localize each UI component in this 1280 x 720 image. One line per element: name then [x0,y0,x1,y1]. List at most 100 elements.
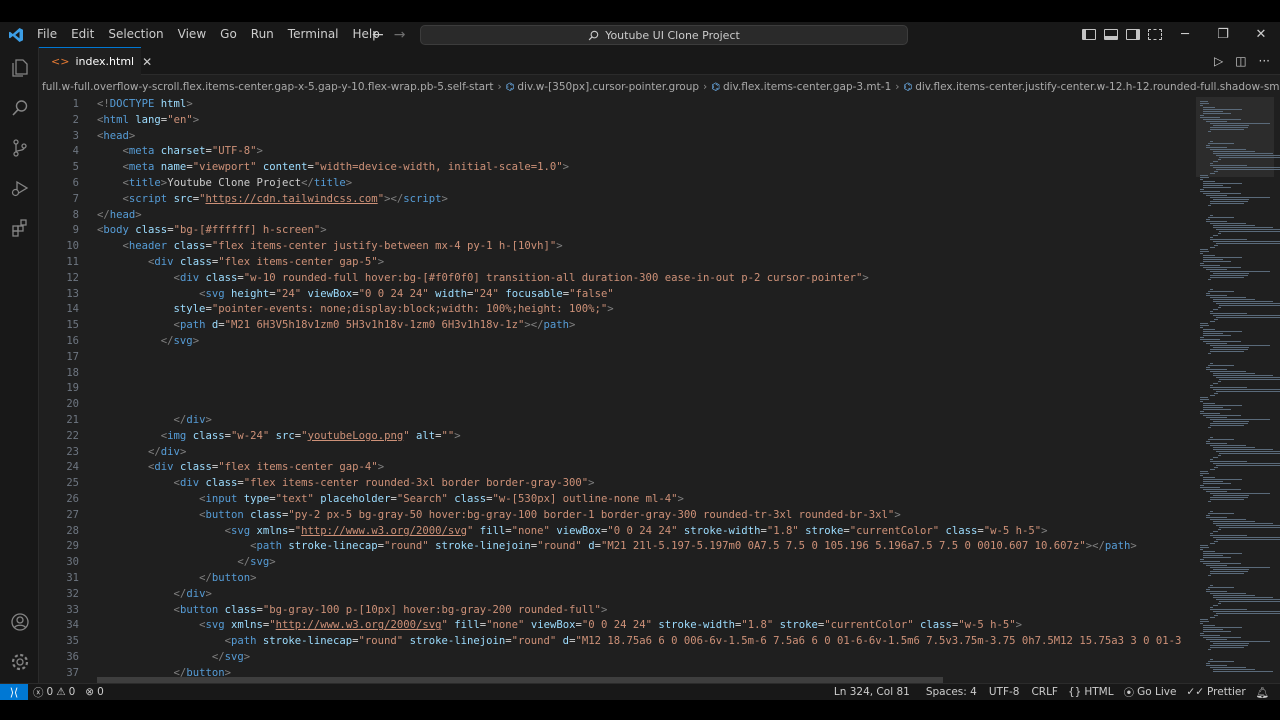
code-lines[interactable]: <!DOCTYPE html> <html lang="en"> <head> <m… [97,97,1190,677]
source-control-icon[interactable] [8,136,32,160]
close-tab-icon[interactable]: ✕ [142,55,152,69]
minimap-line [1209,297,1246,298]
end-of-line[interactable]: CRLF [1026,686,1063,698]
code-line[interactable]: </div> [97,587,1190,603]
code-line[interactable] [97,397,1190,413]
breadcrumb-item[interactable]: div.w-[350px].cursor-pointer.group [517,81,699,93]
code-token: class [939,524,978,537]
code-line[interactable]: <body class="bg-[#ffffff] h-screen"> [97,223,1190,239]
code-token: "24" [473,287,499,300]
code-line[interactable]: <meta charset="UTF-8"> [97,144,1190,160]
code-line[interactable]: <script src="https://cdn.tailwindcss.com… [97,192,1190,208]
code-line[interactable]: <!DOCTYPE html> [97,97,1190,113]
code-line[interactable]: <svg height="24" viewBox="0 0 24 24" wid… [97,287,1190,303]
toggle-panel-icon[interactable] [1104,29,1118,40]
code-line[interactable]: </button> [97,571,1190,587]
code-line[interactable]: </div> [97,445,1190,461]
remote-indicator-icon[interactable]: ⟩⟨ [0,683,28,700]
problems-indicator[interactable]: ⓧ 0 ⚠ 0 [28,685,80,700]
code-line[interactable]: <div class="flex items-center gap-5"> [97,255,1190,271]
breadcrumb-item[interactable]: div.flex.items-center.justify-center.w-1… [915,81,1280,93]
search-view-icon[interactable] [8,96,32,120]
settings-gear-icon[interactable] [8,650,32,674]
indentation[interactable]: Spaces: 4 [921,686,982,698]
customize-layout-icon[interactable] [1148,29,1162,40]
menu-run[interactable]: Run [244,22,281,47]
code-line[interactable] [97,381,1190,397]
code-line[interactable] [97,366,1190,382]
ports-indicator[interactable]: ⊗ 0 [80,686,109,698]
code-line[interactable]: <title>Youtube Clone Project</title> [97,176,1190,192]
run-icon[interactable]: ▷ [1214,54,1223,68]
code-line[interactable]: </svg> [97,555,1190,571]
code-line[interactable]: </button> [97,666,1190,677]
command-center-search[interactable]: Youtube UI Clone Project [420,25,908,45]
code-editor[interactable]: 1 2 3 4 5 6 7 8 9 10 11 12 13 14 15 16 17 18 19 20 21 22 23 24 2… [39,97,1190,677]
menu-view[interactable]: View [171,22,213,47]
code-line[interactable]: <button class="py-2 px-5 bg-gray-50 hove… [97,508,1190,524]
code-line[interactable]: </head> [97,208,1190,224]
toggle-secondary-sidebar-icon[interactable] [1126,29,1140,40]
line-number: 32 [66,587,79,600]
close-window-icon[interactable]: ✕ [1242,22,1280,47]
go-live-button[interactable]: ⦿ Go Live [1119,685,1182,700]
minimap-line [1209,345,1270,346]
code-line[interactable]: <path d="M21 6H3V5h18v1zm0 5H3v1h18v-1zm… [97,318,1190,334]
code-line[interactable]: <img class="w-24" src="youtubeLogo.png" … [97,429,1190,445]
code-token: "currentColor" [849,524,940,537]
minimap-line [1200,547,1209,548]
code-line[interactable]: <button class="bg-gray-100 p-[10px] hove… [97,603,1190,619]
code-line[interactable]: <input type="text" placeholder="Search" … [97,492,1190,508]
minimap-line [1209,585,1213,586]
split-editor-icon[interactable]: ◫ [1235,54,1246,68]
notifications-icon[interactable]: 🔔︎ [1251,686,1274,699]
code-token: > [441,192,448,205]
back-arrow-icon[interactable]: ← [372,27,384,43]
code-line[interactable]: <div class="flex items-center gap-4"> [97,460,1190,476]
run-debug-icon[interactable] [8,176,32,200]
line-number: 33 [66,603,79,616]
menu-edit[interactable]: Edit [64,22,101,47]
code-line[interactable]: </div> [97,413,1190,429]
explorer-icon[interactable] [8,56,32,80]
breadcrumb-item[interactable]: div.flex.items-center.gap-3.mt-1 [723,81,891,93]
code-line[interactable]: <header class="flex items-center justify… [97,239,1190,255]
language-mode[interactable]: {} HTML [1063,686,1119,698]
extensions-icon[interactable] [8,216,32,240]
code-line[interactable]: style="pointer-events: none;display:bloc… [97,302,1190,318]
cursor-position[interactable]: Ln 324, Col 81 [829,686,915,698]
code-line[interactable]: <path stroke-linecap="round" stroke-line… [97,634,1190,650]
minimize-icon[interactable]: ─ [1166,22,1204,47]
minimap-line [1209,425,1245,426]
tab-index-html[interactable]: <> index.html ✕ [39,47,152,75]
prettier-button[interactable]: ✓✓ Prettier [1181,686,1250,698]
code-line[interactable]: <svg xmlns="http://www.w3.org/2000/svg" … [97,618,1190,634]
more-actions-icon[interactable]: ··· [1259,54,1270,68]
menu-terminal[interactable]: Terminal [281,22,346,47]
code-line[interactable]: <html lang="en"> [97,113,1190,129]
code-line[interactable]: <meta name="viewport" content="width=dev… [97,160,1190,176]
accounts-icon[interactable] [8,610,32,634]
encoding[interactable]: UTF-8 [984,686,1025,698]
code-line[interactable]: </svg> [97,650,1190,666]
minimap-line [1217,381,1221,382]
minimap-line [1208,501,1212,502]
restore-icon[interactable]: ❐ [1204,22,1242,47]
menu-file[interactable]: File [30,22,64,47]
minimap-line [1200,101,1209,102]
code-line[interactable] [97,350,1190,366]
code-line[interactable]: <div class="flex items-center rounded-3x… [97,476,1190,492]
code-line[interactable]: </svg> [97,334,1190,350]
menu-go[interactable]: Go [213,22,244,47]
code-token: <! [97,98,110,110]
forward-arrow-icon[interactable]: → [394,27,406,43]
code-line[interactable]: <svg xmlns="http://www.w3.org/2000/svg" … [97,524,1190,540]
minimap-line [1200,177,1209,178]
minimap[interactable] [1190,97,1280,677]
breadcrumb-item[interactable]: full.w-full.overflow-y-scroll.flex.items… [42,81,493,93]
code-line[interactable]: <path stroke-linecap="round" stroke-line… [97,539,1190,555]
menu-selection[interactable]: Selection [101,22,170,47]
code-line[interactable]: <div class="w-10 rounded-full hover:bg-[… [97,271,1190,287]
toggle-primary-sidebar-icon[interactable] [1082,29,1096,40]
code-line[interactable]: <head> [97,129,1190,145]
